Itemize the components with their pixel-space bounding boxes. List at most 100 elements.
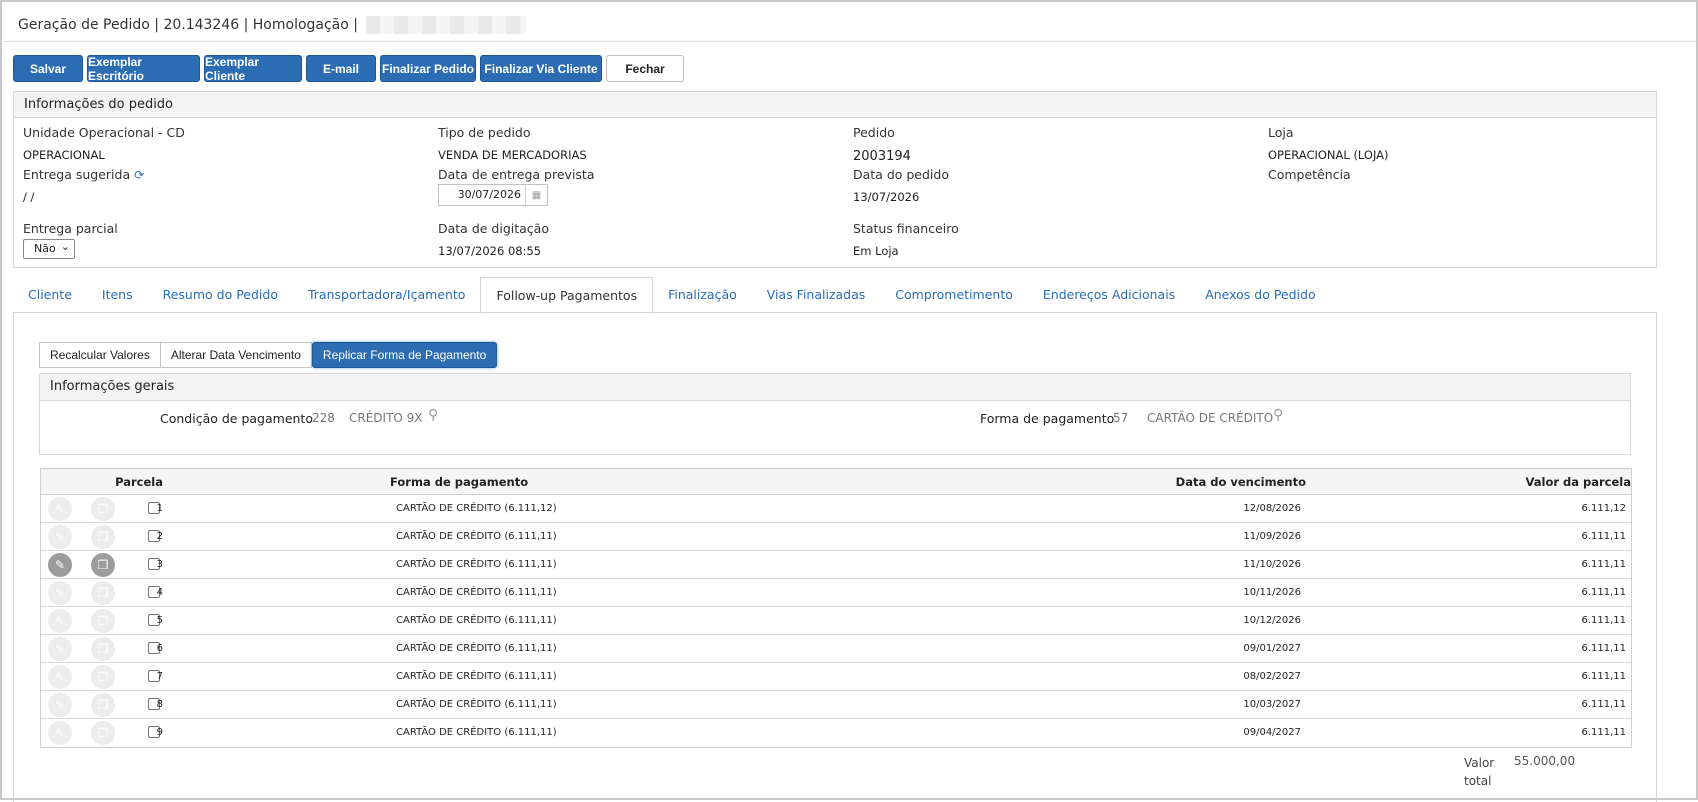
- data-digitacao-label: Data de digitação: [438, 221, 549, 236]
- tab-enderecos-adicionais[interactable]: Endereços Adicionais: [1028, 277, 1190, 313]
- change-due-date-button[interactable]: Alterar Data Vencimento: [160, 342, 312, 368]
- copy-icon[interactable]: ❐: [91, 581, 115, 605]
- cell-parcela: 9: [156, 727, 163, 738]
- forma-desc: CARTÃO DE CRÉDITO: [1147, 411, 1274, 425]
- copy-icon[interactable]: ❐: [91, 609, 115, 633]
- cell-forma: CARTÃO DE CRÉDITO (6.111,11): [396, 699, 557, 710]
- status-financeiro-label: Status financeiro: [853, 221, 959, 236]
- cell-parcela: 6: [156, 643, 163, 654]
- general-info-heading: Informações gerais: [40, 374, 1630, 401]
- forma-code: 57: [1113, 411, 1129, 425]
- pedido-value: 2003194: [853, 149, 911, 164]
- col-valor: Valor da parcela: [1525, 475, 1631, 489]
- tab-transportadora[interactable]: Transportadora/Içamento: [293, 277, 480, 313]
- finalize-via-client-button[interactable]: Finalizar Via Cliente: [480, 55, 602, 82]
- cell-data: 11/09/2026: [1243, 531, 1301, 542]
- condicao-label: Condição de pagamento: [160, 411, 313, 426]
- window-title: Geração de Pedido | 20.143246 | Homologa…: [18, 16, 527, 34]
- refresh-icon[interactable]: ⟳: [134, 168, 144, 182]
- table-row: ✎ ❐ 1 CARTÃO DE CRÉDITO (6.111,12) 12/08/202…: [41, 495, 1631, 523]
- loja-value: OPERACIONAL (LOJA): [1268, 148, 1389, 162]
- tab-itens[interactable]: Itens: [87, 277, 148, 313]
- table-row: ✎ ❐ 8 CARTÃO DE CRÉDITO (6.111,11) 10/03/202…: [41, 691, 1631, 719]
- forma-label: Forma de pagamento: [980, 411, 1115, 426]
- client-copy-button[interactable]: Exemplar Cliente: [204, 55, 302, 83]
- cell-valor: 6.111,11: [1581, 671, 1626, 682]
- order-info-heading: Informações do pedido: [14, 92, 1656, 118]
- finalize-order-button[interactable]: Finalizar Pedido: [380, 55, 476, 82]
- tab-resumo[interactable]: Resumo do Pedido: [148, 277, 293, 313]
- total-value: 55.000,00: [1514, 754, 1576, 768]
- cell-valor: 6.111,12: [1581, 503, 1626, 514]
- data-entrega-label: Data de entrega prevista: [438, 167, 595, 182]
- tab-anexos[interactable]: Anexos do Pedido: [1190, 277, 1330, 313]
- pencil-icon[interactable]: ✎: [48, 637, 72, 661]
- entrega-parcial-select[interactable]: Não ⌄: [23, 239, 75, 259]
- total-label: Valor total: [1464, 756, 1495, 788]
- cell-parcela: 8: [156, 699, 163, 710]
- table-row: ✎ ❐ 4 CARTÃO DE CRÉDITO (6.111,11) 10/11/202…: [41, 579, 1631, 607]
- table-row: ✎ ❐ 9 CARTÃO DE CRÉDITO (6.111,11) 09/04/202…: [41, 719, 1631, 747]
- cell-data: 10/11/2026: [1243, 587, 1301, 598]
- chevron-down-icon: ⌄: [60, 240, 70, 253]
- pencil-icon[interactable]: ✎: [48, 693, 72, 717]
- cell-forma: CARTÃO DE CRÉDITO (6.111,11): [396, 727, 557, 738]
- email-button[interactable]: E-mail: [306, 55, 376, 82]
- tab-comprometimento[interactable]: Comprometimento: [880, 277, 1028, 313]
- table-row: ✎ ❐ 3 CARTÃO DE CRÉDITO (6.111,11) 11/10/202…: [41, 551, 1631, 579]
- cell-data: 09/04/2027: [1243, 727, 1301, 738]
- installments-table: Parcela Forma de pagamento Data do venci…: [40, 468, 1632, 748]
- app-window: Geração de Pedido | 20.143246 | Homologa…: [0, 0, 1698, 802]
- tab-follow-up-pagamentos[interactable]: Follow-up Pagamentos: [480, 277, 654, 314]
- cell-parcela: 3: [156, 559, 163, 570]
- entrega-sugerida-value: / /: [23, 190, 35, 204]
- pencil-icon[interactable]: ✎: [48, 721, 72, 745]
- search-icon[interactable]: ⚲: [428, 407, 438, 423]
- office-copy-button[interactable]: Exemplar Escritório: [87, 55, 200, 83]
- loja-label: Loja: [1268, 125, 1294, 140]
- unidade-value: OPERACIONAL: [23, 148, 105, 162]
- copy-icon[interactable]: ❐: [91, 665, 115, 689]
- entrega-parcial-value: Não: [34, 242, 56, 255]
- calendar-icon[interactable]: ▦: [525, 185, 547, 205]
- tab-vias-finalizadas[interactable]: Vias Finalizadas: [752, 277, 881, 313]
- cell-data: 09/01/2027: [1243, 643, 1301, 654]
- tab-cliente[interactable]: Cliente: [13, 277, 87, 313]
- copy-icon[interactable]: ❐: [91, 721, 115, 745]
- cell-forma: CARTÃO DE CRÉDITO (6.111,11): [396, 531, 557, 542]
- save-button[interactable]: Salvar: [13, 55, 83, 82]
- tipo-value: VENDA DE MERCADORIAS: [438, 148, 587, 162]
- data-entrega-value: 30/07/2026: [457, 188, 521, 201]
- pencil-icon[interactable]: ✎: [48, 665, 72, 689]
- pedido-label: Pedido: [853, 125, 895, 140]
- copy-icon[interactable]: ❐: [91, 497, 115, 521]
- replicate-payment-button[interactable]: Replicar Forma de Pagamento: [311, 342, 498, 368]
- copy-icon[interactable]: ❐: [91, 553, 115, 577]
- search-icon[interactable]: ⚲: [1273, 407, 1283, 423]
- col-parcela: Parcela: [115, 475, 163, 489]
- condicao-code: 228: [312, 411, 335, 425]
- pencil-icon[interactable]: ✎: [48, 497, 72, 521]
- pencil-icon[interactable]: ✎: [48, 609, 72, 633]
- cell-data: 10/12/2026: [1243, 615, 1301, 626]
- pencil-icon[interactable]: ✎: [48, 525, 72, 549]
- pencil-icon[interactable]: ✎: [48, 581, 72, 605]
- pencil-icon[interactable]: ✎: [48, 553, 72, 577]
- cell-parcela: 7: [156, 671, 163, 682]
- copy-icon[interactable]: ❐: [91, 525, 115, 549]
- title-bar: Geração de Pedido | 20.143246 | Homologa…: [4, 4, 1696, 42]
- data-entrega-field[interactable]: 30/07/2026 ▦: [438, 184, 548, 206]
- cell-parcela: 1: [156, 503, 163, 514]
- cell-data: 11/10/2026: [1243, 559, 1301, 570]
- cell-forma: CARTÃO DE CRÉDITO (6.111,11): [396, 559, 557, 570]
- tab-finalizacao[interactable]: Finalização: [653, 277, 752, 313]
- close-button[interactable]: Fechar: [606, 55, 684, 82]
- cell-valor: 6.111,11: [1581, 727, 1626, 738]
- cell-forma: CARTÃO DE CRÉDITO (6.111,11): [396, 615, 557, 626]
- order-info-panel: Informações do pedido Unidade Operaciona…: [13, 91, 1657, 268]
- copy-icon[interactable]: ❐: [91, 693, 115, 717]
- window-title-text: Geração de Pedido | 20.143246 | Homologa…: [18, 17, 358, 33]
- recalculate-button[interactable]: Recalcular Valores: [39, 342, 161, 368]
- table-row: ✎ ❐ 2 CARTÃO DE CRÉDITO (6.111,11) 11/09/202…: [41, 523, 1631, 551]
- copy-icon[interactable]: ❐: [91, 637, 115, 661]
